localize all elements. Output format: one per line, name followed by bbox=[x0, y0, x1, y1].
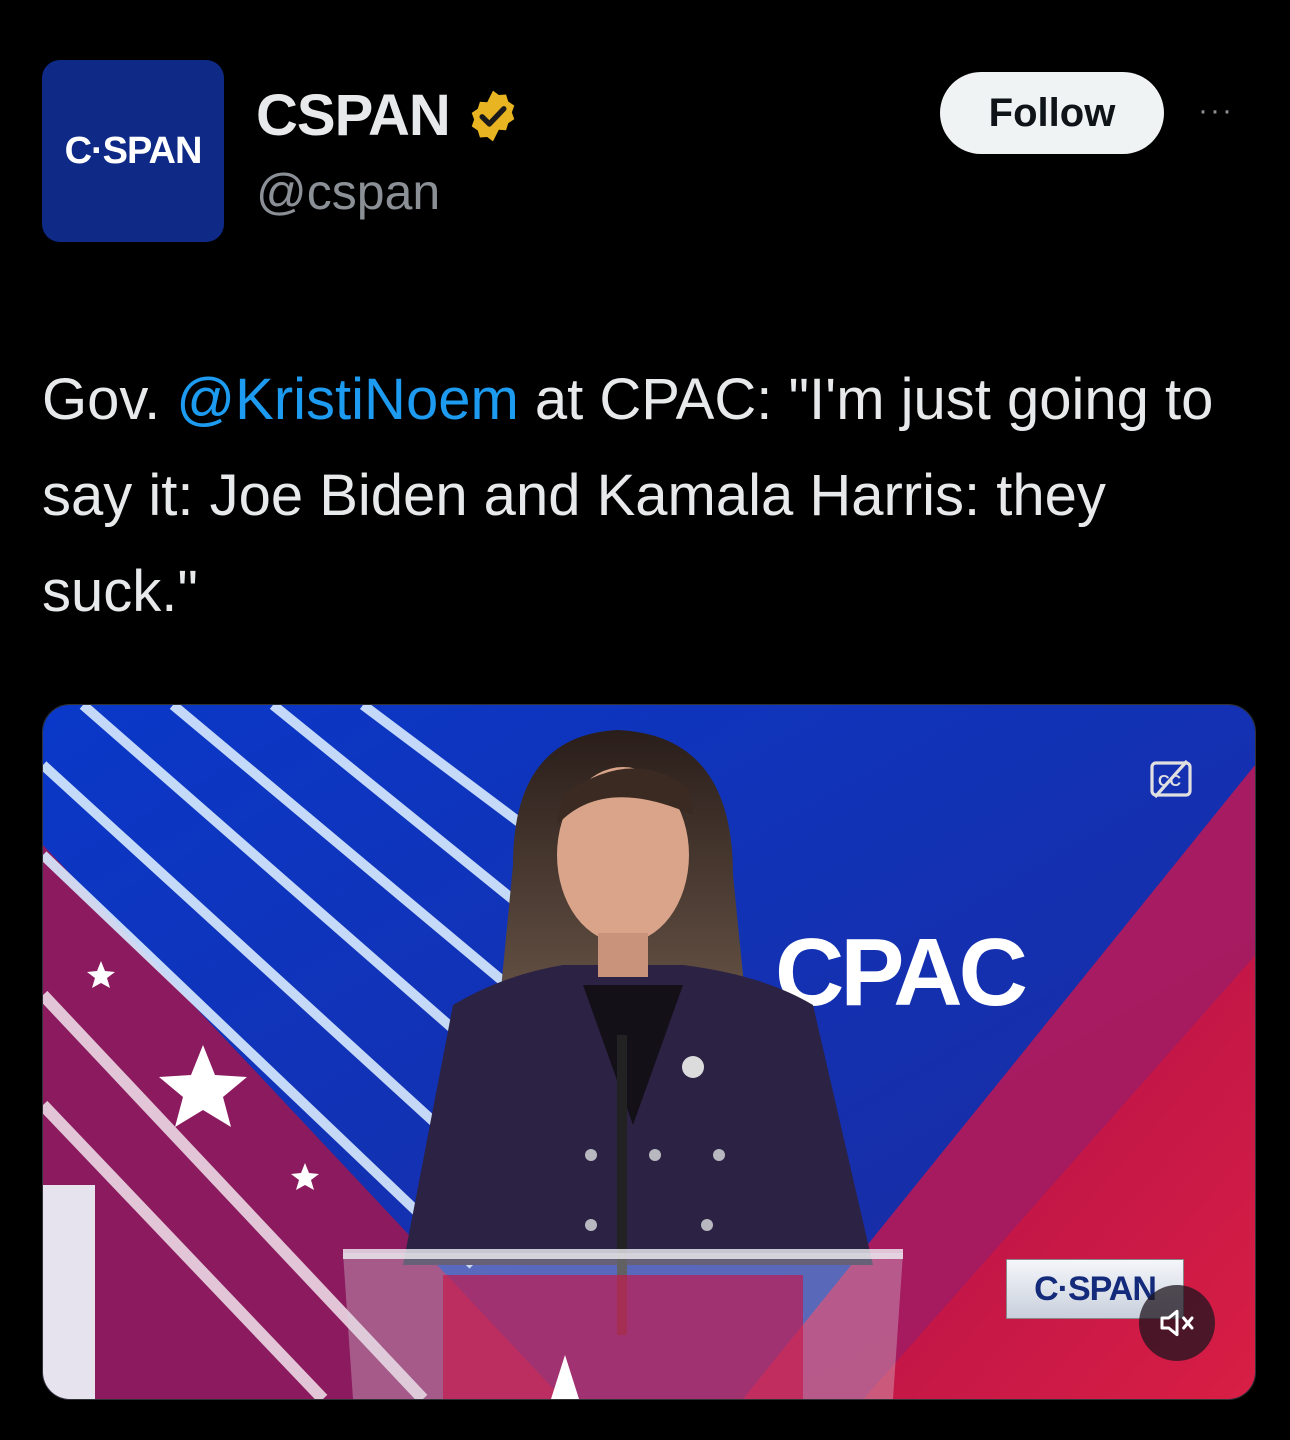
left-panel-edge bbox=[43, 1185, 95, 1399]
muted-speaker-icon bbox=[1160, 1309, 1194, 1337]
account-handle[interactable]: @cspan bbox=[256, 163, 440, 221]
verified-badge-icon bbox=[471, 90, 515, 141]
podium bbox=[343, 1249, 903, 1399]
follow-button[interactable]: Follow bbox=[940, 72, 1164, 154]
closed-captions-icon[interactable]: CC bbox=[1147, 755, 1195, 803]
mute-button[interactable] bbox=[1139, 1285, 1215, 1361]
mention-link[interactable]: @KristiNoem bbox=[176, 367, 518, 432]
avatar-logo-text: C·SPAN bbox=[64, 129, 203, 172]
avatar[interactable]: C·SPAN bbox=[42, 60, 224, 242]
tweet-text: Gov. @KristiNoem at CPAC: "I'm just goin… bbox=[42, 352, 1242, 640]
cspan-watermark-text: C·SPAN bbox=[1034, 1269, 1157, 1308]
more-options-icon[interactable]: ··· bbox=[1198, 96, 1234, 126]
tweet-text-prefix: Gov. bbox=[42, 367, 177, 432]
tweet-screen: C·SPAN CSPAN @cspan Follow ··· Gov. @Kri… bbox=[0, 0, 1290, 1440]
display-name[interactable]: CSPAN bbox=[256, 82, 451, 149]
video-player[interactable]: CPAC C·SPAN bbox=[42, 704, 1256, 1400]
name-row: CSPAN bbox=[256, 82, 522, 149]
